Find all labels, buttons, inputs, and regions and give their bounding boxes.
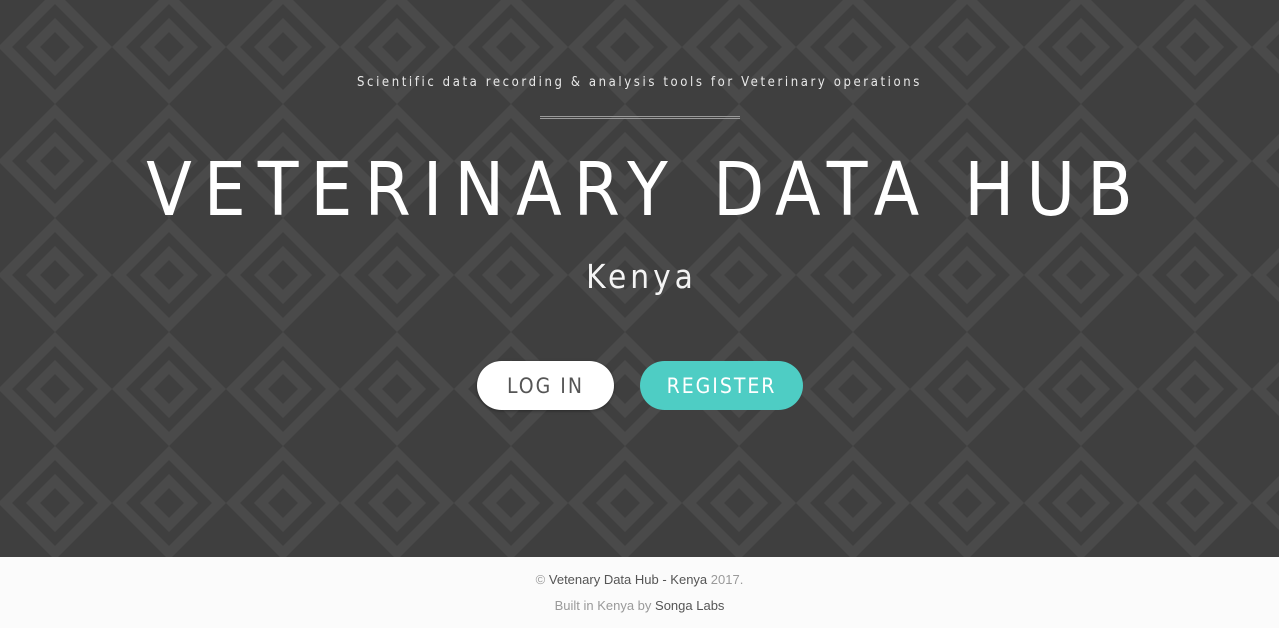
copyright-symbol: © [535,572,546,587]
footer-copyright: © Vetenary Data Hub - Kenya 2017. [0,571,1279,589]
builder-link[interactable]: Songa Labs [655,598,724,613]
register-button[interactable]: REGISTER [640,361,803,410]
title-divider [540,116,740,119]
footer: © Vetenary Data Hub - Kenya 2017. Built … [0,557,1279,628]
footer-credits: Built in Kenya by Songa Labs [0,597,1279,615]
hero-section: Scientific data recording & analysis too… [0,0,1279,557]
copyright-year: 2017. [710,572,744,587]
hero-tagline: Scientific data recording & analysis too… [357,75,922,90]
page-title: VETERINARY DATA HUB [146,147,1145,233]
hero-subtitle: Kenya [586,257,697,296]
site-link[interactable]: Vetenary Data Hub - Kenya [549,572,707,587]
login-button[interactable]: LOG IN [477,361,614,410]
built-in-text: Built in Kenya by [554,598,652,613]
